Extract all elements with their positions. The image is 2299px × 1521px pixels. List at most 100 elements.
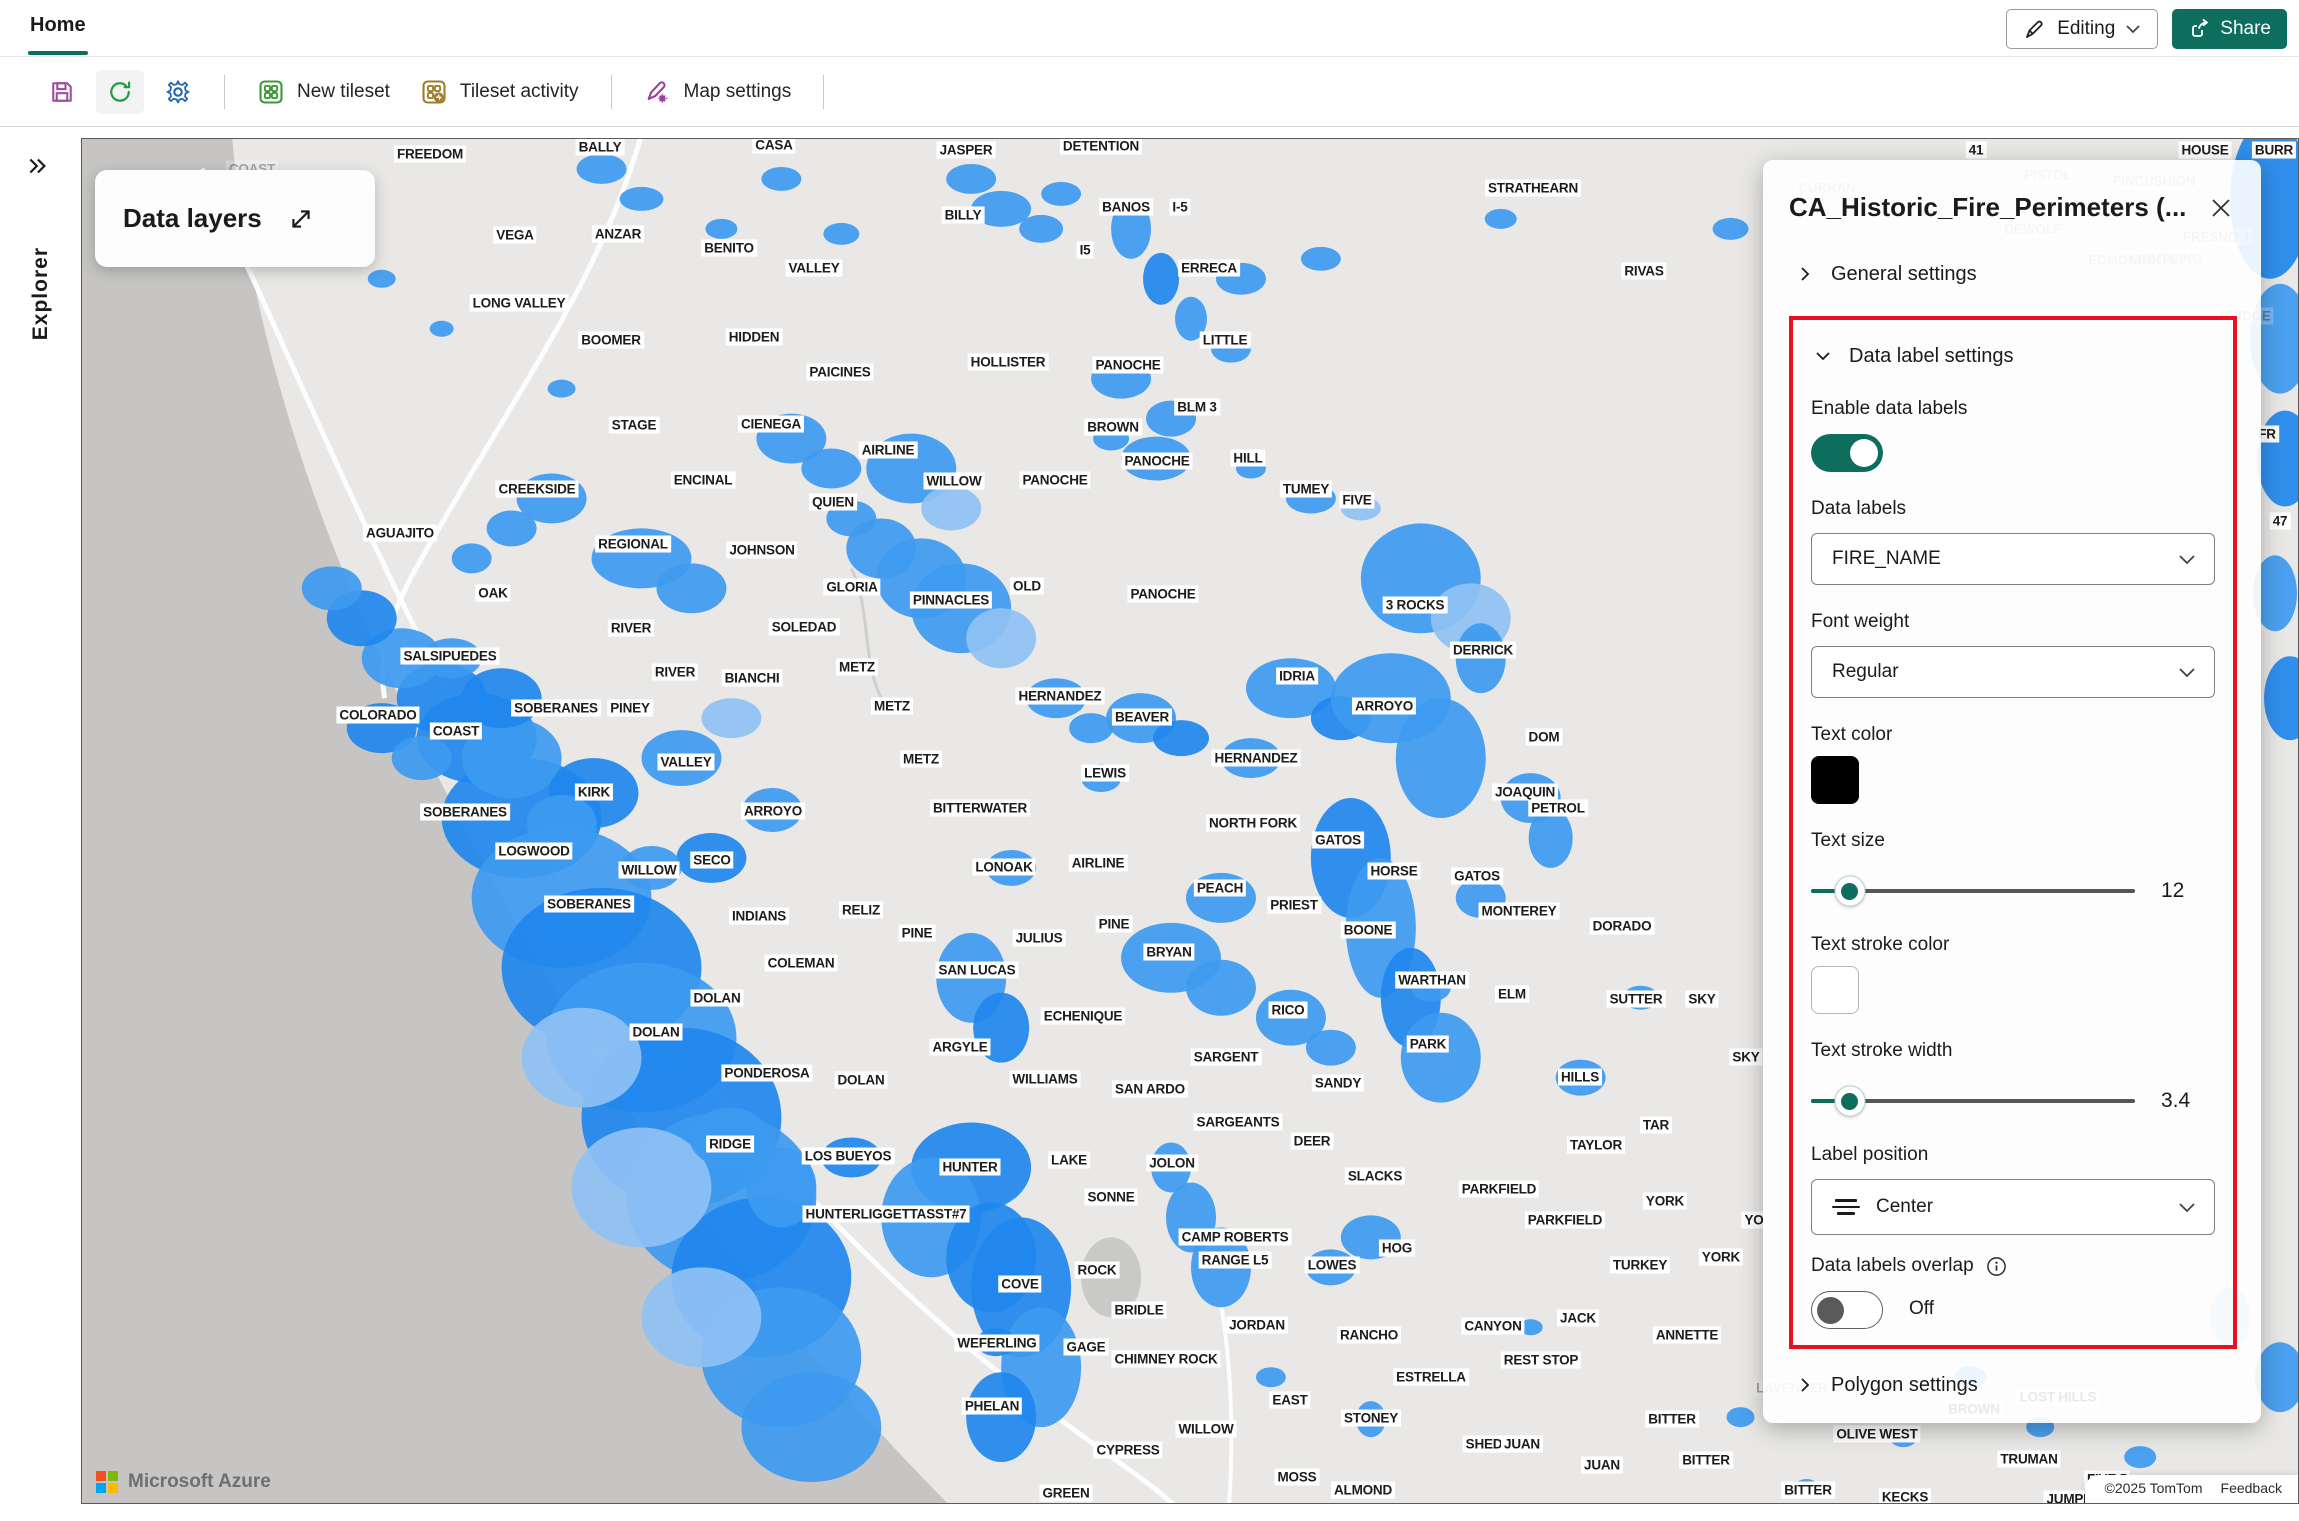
map-label: JUAN (1501, 1436, 1543, 1453)
map-label: WILLOW (618, 862, 679, 879)
azure-logo-text: Microsoft Azure (128, 1471, 271, 1493)
feedback-link[interactable]: Feedback (2221, 1480, 2282, 1496)
map-label: REST STOP (1501, 1352, 1581, 1369)
map-label: METZ (871, 698, 913, 715)
general-settings-label: General settings (1831, 263, 1977, 286)
map-label: OLD (1010, 578, 1044, 595)
save-button[interactable] (38, 70, 86, 114)
map-label: JULIUS (1013, 930, 1066, 947)
tileset-activity-button[interactable]: Tileset activity (410, 70, 589, 114)
road-line (383, 139, 642, 698)
map-label: TRUMAN (1997, 1451, 2060, 1468)
map-label: STRATHEARN (1485, 180, 1581, 197)
map-label: AGUAJITO (363, 525, 437, 542)
map-label: SARGENT (1191, 1049, 1262, 1066)
map-label: INDIANS (729, 908, 789, 925)
map-label: BITTER (1679, 1452, 1733, 1469)
map-label: BOOMER (578, 332, 644, 349)
map-settings-icon (644, 78, 672, 106)
map-label: DERRICK (1450, 642, 1516, 659)
explorer-rail-label[interactable]: Explorer (29, 247, 53, 340)
map-label: VALLEY (657, 754, 714, 771)
map-label: LAKE (1048, 1152, 1090, 1169)
map-settings-button[interactable]: Map settings (634, 70, 802, 114)
map-label: GREEN (1039, 1485, 1092, 1502)
map-label: KIRK (575, 784, 613, 801)
map-label: HIDDEN (726, 329, 783, 346)
map-label: SLACKS (1345, 1168, 1405, 1185)
chevron-down-icon (2178, 554, 2196, 565)
new-tileset-label: New tileset (297, 81, 390, 103)
map-label: CASA (752, 138, 795, 154)
data-label-settings-label: Data label settings (1849, 345, 2014, 368)
map-label: SALSIPUEDES (400, 648, 499, 665)
save-icon (48, 78, 76, 106)
font-weight-dropdown[interactable]: Regular (1811, 646, 2215, 698)
map-label: STONEY (1341, 1410, 1401, 1427)
map-label: PETROL (1528, 800, 1588, 817)
section-data-label-settings[interactable]: Data label settings (1811, 336, 2215, 376)
section-polygon-settings[interactable]: Polygon settings (1789, 1365, 2237, 1405)
map-label: WILLIAMS (1009, 1071, 1080, 1088)
map-canvas[interactable]: FREEDOMBALLYCASAJASPERDETENTION41HOUSEBU… (81, 138, 2299, 1504)
text-stroke-width-label: Text stroke width (1811, 1040, 2215, 1062)
map-label: BOONE (1341, 922, 1396, 939)
chevron-right-icon (1797, 266, 1813, 282)
text-size-slider-thumb[interactable] (1834, 876, 1865, 907)
close-panel-button[interactable] (2205, 192, 2237, 224)
map-label: METZ (900, 751, 942, 768)
refresh-button[interactable] (96, 70, 144, 114)
tab-home[interactable]: Home (30, 14, 86, 37)
text-stroke-width-slider-thumb[interactable] (1834, 1086, 1865, 1117)
text-stroke-width-slider[interactable] (1811, 1099, 2135, 1104)
map-label: HOG (1379, 1240, 1415, 1257)
toolbar-divider (823, 75, 824, 109)
data-labels-dropdown[interactable]: FIRE_NAME (1811, 533, 2215, 585)
map-label: KECKS (1879, 1489, 1931, 1505)
map-label: GATOS (1312, 832, 1364, 849)
map-label: HERNANDEZ (1016, 688, 1105, 705)
expand-explorer-button[interactable] (26, 153, 52, 179)
label-position-dropdown[interactable]: Center (1811, 1179, 2215, 1235)
section-general-settings[interactable]: General settings (1789, 254, 2237, 294)
map-label: PHELAN (962, 1398, 1022, 1415)
text-color-swatch[interactable] (1811, 756, 1859, 804)
map-label: PARKFIELD (1459, 1181, 1539, 1198)
map-label: YORK (1699, 1249, 1743, 1266)
info-icon[interactable] (1986, 1256, 2007, 1277)
font-weight-value: Regular (1832, 661, 2178, 683)
map-label: LEWIS (1081, 765, 1129, 782)
map-label: SECO (690, 852, 733, 869)
map-attribution: ©2025 TomTom Feedback (2085, 1475, 2298, 1503)
map-label: BALLY (576, 139, 625, 156)
data-layers-card[interactable]: Data layers (95, 170, 375, 267)
map-label: LOWES (1305, 1257, 1360, 1274)
map-label: CANYON (1461, 1318, 1524, 1335)
map-label: PEACH (1194, 880, 1246, 897)
text-size-slider[interactable] (1811, 889, 2135, 894)
map-label: BRIDLE (1111, 1302, 1166, 1319)
text-size-slider-row: 12 (1811, 874, 2215, 908)
overlap-toggle-state: Off (1909, 1298, 1934, 1320)
text-stroke-color-swatch[interactable] (1811, 966, 1859, 1014)
new-tileset-icon (257, 78, 285, 106)
enable-data-labels-toggle[interactable] (1811, 434, 1883, 472)
map-label: BRYAN (1143, 944, 1194, 961)
expand-diagonal-icon[interactable] (288, 206, 314, 232)
chevron-right-icon (1797, 1377, 1813, 1393)
data-labels-overlap-toggle[interactable] (1811, 1291, 1883, 1329)
data-labels-value: FIRE_NAME (1832, 548, 2178, 570)
map-label: CAMP ROBERTS (1179, 1229, 1292, 1246)
map-label: NORTH FORK (1206, 815, 1300, 832)
map-label: DOM (1526, 729, 1563, 746)
share-button[interactable]: Share (2172, 9, 2287, 49)
editing-mode-button[interactable]: Editing (2006, 9, 2158, 49)
settings-button[interactable] (154, 70, 202, 114)
new-tileset-button[interactable]: New tileset (247, 70, 400, 114)
label-position-label: Label position (1811, 1144, 2215, 1166)
map-label: COLORADO (336, 707, 419, 724)
map-label: SOBERANES (420, 804, 510, 821)
map-label: DOLAN (835, 1072, 888, 1089)
map-label: 3 ROCKS (1383, 597, 1448, 614)
map-label: DORADO (1590, 918, 1655, 935)
